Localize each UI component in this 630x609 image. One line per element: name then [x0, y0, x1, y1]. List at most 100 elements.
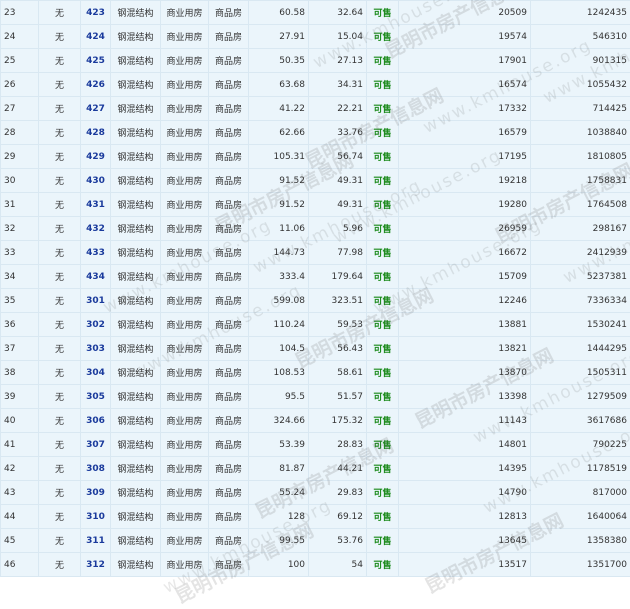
house-type: 商品房 [209, 529, 249, 553]
room-number-link[interactable]: 311 [86, 536, 105, 546]
inner-area: 44.21 [309, 457, 367, 481]
total-price: 3617686 [531, 409, 630, 433]
room-number-link[interactable]: 425 [86, 56, 105, 66]
building-structure: 钢混结构 [111, 433, 161, 457]
inner-area: 53.76 [309, 529, 367, 553]
sale-status: 可售 [367, 1, 399, 25]
presale-flag: 无 [39, 121, 81, 145]
table-row: 32 无 432 钢混结构 商业用房 商品房 11.06 5.96 可售 269… [1, 217, 630, 241]
room-number-link[interactable]: 432 [86, 224, 105, 234]
total-price: 7336334 [531, 289, 630, 313]
room-number-link[interactable]: 301 [86, 296, 105, 306]
floor-area: 105.31 [249, 145, 309, 169]
inner-area: 15.04 [309, 25, 367, 49]
room-number-link[interactable]: 310 [86, 512, 105, 522]
room-rows: 23 无 423 钢混结构 商业用房 商品房 60.58 32.64 可售 20… [1, 1, 630, 577]
room-number-link[interactable]: 430 [86, 176, 105, 186]
inner-area: 77.98 [309, 241, 367, 265]
building-structure: 钢混结构 [111, 121, 161, 145]
room-usage: 商业用房 [161, 337, 209, 361]
inner-area: 175.32 [309, 409, 367, 433]
inner-area: 32.64 [309, 1, 367, 25]
table-row: 42 无 308 钢混结构 商业用房 商品房 81.87 44.21 可售 14… [1, 457, 630, 481]
building-structure: 钢混结构 [111, 25, 161, 49]
room-number-link[interactable]: 306 [86, 416, 105, 426]
presale-flag: 无 [39, 433, 81, 457]
building-structure: 钢混结构 [111, 529, 161, 553]
unit-price: 15709 [399, 265, 531, 289]
room-number-link[interactable]: 312 [86, 560, 105, 570]
floor-area: 100 [249, 553, 309, 577]
row-index: 45 [1, 529, 39, 553]
room-number-link[interactable]: 303 [86, 344, 105, 354]
house-type: 商品房 [209, 265, 249, 289]
room-usage: 商业用房 [161, 193, 209, 217]
sale-status: 可售 [367, 121, 399, 145]
sale-status: 可售 [367, 481, 399, 505]
room-number-link[interactable]: 309 [86, 488, 105, 498]
room-number-link[interactable]: 428 [86, 128, 105, 138]
room-number-link[interactable]: 423 [86, 8, 105, 18]
room-usage: 商业用房 [161, 505, 209, 529]
building-structure: 钢混结构 [111, 481, 161, 505]
inner-area: 49.31 [309, 193, 367, 217]
floor-area: 333.4 [249, 265, 309, 289]
house-type: 商品房 [209, 25, 249, 49]
house-type: 商品房 [209, 169, 249, 193]
building-structure: 钢混结构 [111, 313, 161, 337]
sale-status: 可售 [367, 361, 399, 385]
building-structure: 钢混结构 [111, 385, 161, 409]
room-usage: 商业用房 [161, 49, 209, 73]
house-type: 商品房 [209, 505, 249, 529]
total-price: 1038840 [531, 121, 630, 145]
room-usage: 商业用房 [161, 25, 209, 49]
building-structure: 钢混结构 [111, 361, 161, 385]
floor-area: 53.39 [249, 433, 309, 457]
room-number-link[interactable]: 429 [86, 152, 105, 162]
building-structure: 钢混结构 [111, 241, 161, 265]
room-number-link[interactable]: 304 [86, 368, 105, 378]
room-number-link[interactable]: 426 [86, 80, 105, 90]
inner-area: 54 [309, 553, 367, 577]
unit-price: 17195 [399, 145, 531, 169]
room-number-link[interactable]: 307 [86, 440, 105, 450]
room-number-link[interactable]: 302 [86, 320, 105, 330]
total-price: 5237381 [531, 265, 630, 289]
room-number-cell: 302 [81, 313, 111, 337]
floor-area: 11.06 [249, 217, 309, 241]
room-number-link[interactable]: 308 [86, 464, 105, 474]
total-price: 1279509 [531, 385, 630, 409]
room-number-link[interactable]: 424 [86, 32, 105, 42]
room-number-cell: 308 [81, 457, 111, 481]
floor-area: 108.53 [249, 361, 309, 385]
row-index: 41 [1, 433, 39, 457]
building-structure: 钢混结构 [111, 1, 161, 25]
room-number-link[interactable]: 305 [86, 392, 105, 402]
row-index: 46 [1, 553, 39, 577]
room-number-link[interactable]: 434 [86, 272, 105, 282]
row-index: 30 [1, 169, 39, 193]
sale-status: 可售 [367, 169, 399, 193]
inner-area: 59.53 [309, 313, 367, 337]
room-usage: 商业用房 [161, 433, 209, 457]
inner-area: 28.83 [309, 433, 367, 457]
sale-status: 可售 [367, 529, 399, 553]
room-number-cell: 424 [81, 25, 111, 49]
sale-status: 可售 [367, 313, 399, 337]
room-number-cell: 434 [81, 265, 111, 289]
room-number-link[interactable]: 433 [86, 248, 105, 258]
sale-status: 可售 [367, 337, 399, 361]
building-structure: 钢混结构 [111, 49, 161, 73]
room-number-link[interactable]: 427 [86, 104, 105, 114]
room-number-cell: 304 [81, 361, 111, 385]
unit-price: 13398 [399, 385, 531, 409]
total-price: 714425 [531, 97, 630, 121]
table-row: 45 无 311 钢混结构 商业用房 商品房 99.55 53.76 可售 13… [1, 529, 630, 553]
presale-flag: 无 [39, 1, 81, 25]
building-structure: 钢混结构 [111, 145, 161, 169]
house-type: 商品房 [209, 145, 249, 169]
table-row: 23 无 423 钢混结构 商业用房 商品房 60.58 32.64 可售 20… [1, 1, 630, 25]
presale-flag: 无 [39, 97, 81, 121]
house-type: 商品房 [209, 73, 249, 97]
room-number-link[interactable]: 431 [86, 200, 105, 210]
